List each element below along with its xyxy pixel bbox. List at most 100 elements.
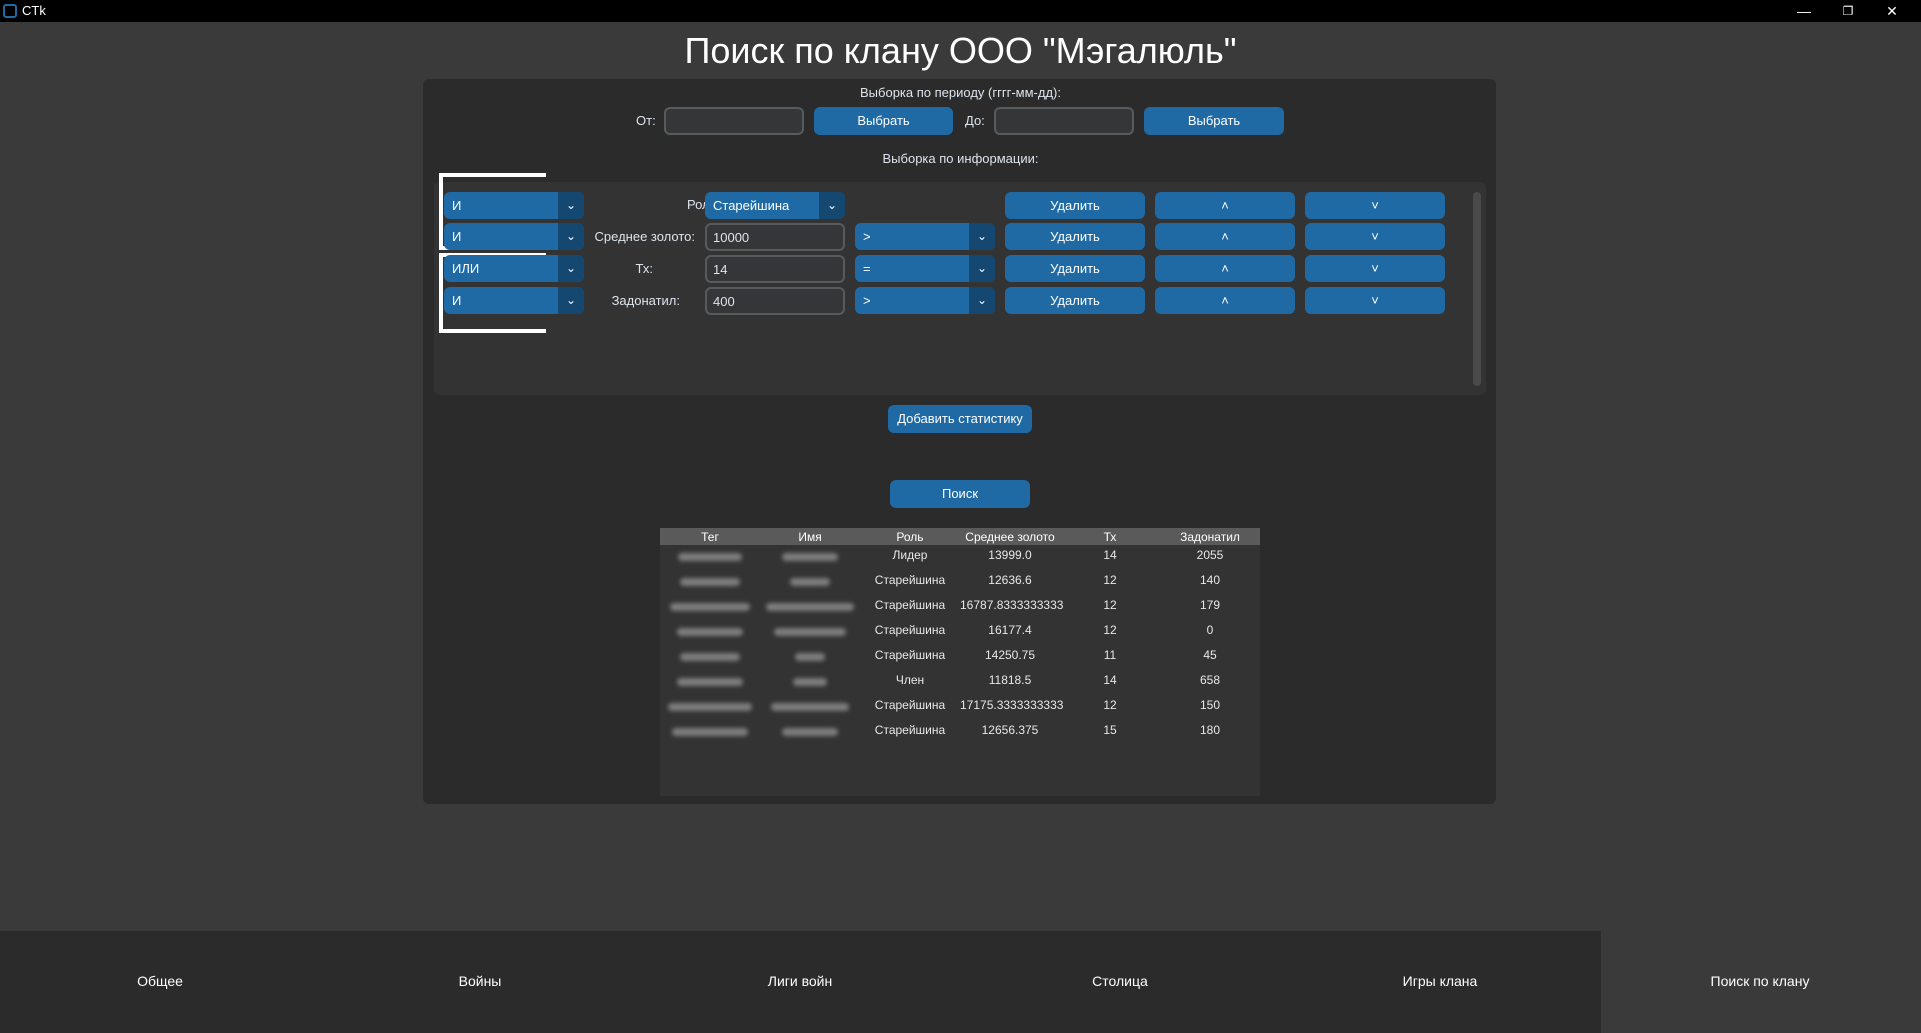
move-down-icon[interactable]: ˅ xyxy=(1305,287,1445,314)
to-pick-button[interactable]: Выбрать xyxy=(1144,107,1284,135)
from-label: От: xyxy=(636,113,656,128)
table-cell: 11 xyxy=(1103,648,1117,662)
delete-button[interactable]: Удалить xyxy=(1005,255,1145,282)
table-cell: Старейшина xyxy=(874,623,946,637)
table-cell: 17175.3333333333 xyxy=(960,698,1064,712)
column-header-tag: Тег xyxy=(701,530,719,544)
table-cell: Член xyxy=(895,673,925,687)
maximize-icon[interactable]: ❐ xyxy=(1826,0,1870,22)
from-pick-button[interactable]: Выбрать xyxy=(814,107,953,135)
page-title: Поиск по клану ООО "Мэгалюль" xyxy=(684,30,1237,71)
redacted-tag xyxy=(672,728,748,736)
close-icon[interactable]: ✕ xyxy=(1870,0,1914,22)
to-label: До: xyxy=(965,113,985,128)
table-cell: 2055 xyxy=(1196,548,1224,562)
column-header-th: Тх xyxy=(1103,530,1117,544)
delete-button[interactable]: Удалить xyxy=(1005,223,1145,250)
from-date-input[interactable] xyxy=(664,107,804,135)
table-cell: 14 xyxy=(1103,548,1117,562)
chevron-down-icon: ⌄ xyxy=(969,287,995,314)
table-cell: 12 xyxy=(1103,698,1117,712)
move-up-icon[interactable]: ˄ xyxy=(1155,287,1295,314)
filter-value-input[interactable] xyxy=(705,287,845,315)
filters-scrollbar[interactable] xyxy=(1473,192,1481,386)
operator-combo[interactable]: > ⌄ xyxy=(855,223,995,250)
redacted-tag xyxy=(680,578,740,586)
chevron-down-icon: ⌄ xyxy=(969,255,995,282)
app-icon xyxy=(3,4,17,18)
filter-value-input[interactable] xyxy=(705,255,845,283)
redacted-tag xyxy=(670,603,750,611)
logic-combo-value: И xyxy=(452,198,462,213)
tab-capital[interactable]: Столица xyxy=(1020,973,1220,989)
redacted-tag xyxy=(678,553,742,561)
table-cell: 0 xyxy=(1206,623,1214,637)
column-header-avg-gold: Среднее золото xyxy=(965,530,1055,544)
table-cell: 16177.4 xyxy=(988,623,1032,637)
tab-wars[interactable]: Войны xyxy=(380,973,580,989)
app-title: CTk xyxy=(22,3,46,18)
table-cell: 15 xyxy=(1103,723,1117,737)
table-cell: 179 xyxy=(1199,598,1221,612)
chevron-down-icon: ⌄ xyxy=(819,192,845,219)
table-cell: Старейшина xyxy=(874,573,946,587)
move-down-icon[interactable]: ˅ xyxy=(1305,223,1445,250)
redacted-name xyxy=(795,653,825,661)
table-cell: Лидер xyxy=(892,548,928,562)
minimize-icon[interactable]: — xyxy=(1782,0,1826,22)
table-cell: Старейшина xyxy=(874,698,946,712)
redacted-name xyxy=(782,728,838,736)
table-cell: 13999.0 xyxy=(988,548,1032,562)
table-cell: 14 xyxy=(1103,673,1117,687)
move-up-icon[interactable]: ˄ xyxy=(1155,223,1295,250)
move-up-icon[interactable]: ˄ xyxy=(1155,255,1295,282)
to-date-input[interactable] xyxy=(994,107,1134,135)
table-cell: 14250.75 xyxy=(984,648,1036,662)
tab-general[interactable]: Общее xyxy=(60,973,260,989)
redacted-tag xyxy=(677,678,743,686)
logic-combo-value: И xyxy=(452,293,462,308)
info-heading: Выборка по информации: xyxy=(882,151,1039,166)
window-titlebar xyxy=(0,0,1921,22)
table-cell: 658 xyxy=(1199,673,1221,687)
redacted-tag xyxy=(677,628,743,636)
tab-clan-games[interactable]: Игры клана xyxy=(1340,973,1540,989)
table-cell: 12656.375 xyxy=(981,723,1039,737)
delete-button[interactable]: Удалить xyxy=(1005,192,1145,219)
filter-label: Задонатил: xyxy=(611,293,680,308)
redacted-name xyxy=(790,578,830,586)
move-down-icon[interactable]: ˅ xyxy=(1305,255,1445,282)
move-up-icon[interactable]: ˄ xyxy=(1155,192,1295,219)
filter-label: Среднее золото: xyxy=(594,229,695,244)
period-heading: Выборка по периоду (гггг-мм-дд): xyxy=(860,85,1061,100)
operator-combo[interactable]: = ⌄ xyxy=(855,255,995,282)
tab-war-leagues[interactable]: Лиги войн xyxy=(700,973,900,989)
table-cell: 12 xyxy=(1103,623,1117,637)
table-cell: 12 xyxy=(1103,573,1117,587)
column-header-donated: Задонатил xyxy=(1180,530,1240,544)
column-header-name: Имя xyxy=(798,530,822,544)
table-cell: 11818.5 xyxy=(988,673,1032,687)
column-header-role: Роль xyxy=(896,530,924,544)
table-cell: 140 xyxy=(1199,573,1221,587)
search-button[interactable]: Поиск xyxy=(890,480,1030,508)
operator-combo-value: > xyxy=(863,293,871,308)
logic-combo[interactable]: И ⌄ xyxy=(444,192,584,219)
table-cell: 12 xyxy=(1103,598,1117,612)
table-cell: 45 xyxy=(1203,648,1217,662)
redacted-name xyxy=(771,703,849,711)
value-combo[interactable]: Старейшина ⌄ xyxy=(705,192,845,219)
filter-label: Тх: xyxy=(635,261,653,276)
filter-value-input[interactable] xyxy=(705,223,845,251)
redacted-name xyxy=(766,603,854,611)
redacted-tag xyxy=(668,703,752,711)
add-statistic-button[interactable]: Добавить статистику xyxy=(888,405,1032,433)
delete-button[interactable]: Удалить xyxy=(1005,287,1145,314)
table-cell: 16787.8333333333 xyxy=(960,598,1064,612)
tab-clan-search[interactable]: Поиск по клану xyxy=(1660,973,1860,989)
results-table xyxy=(660,528,1260,796)
redacted-name xyxy=(774,628,846,636)
move-down-icon[interactable]: ˅ xyxy=(1305,192,1445,219)
operator-combo[interactable]: > ⌄ xyxy=(855,287,995,314)
table-cell: 180 xyxy=(1199,723,1221,737)
